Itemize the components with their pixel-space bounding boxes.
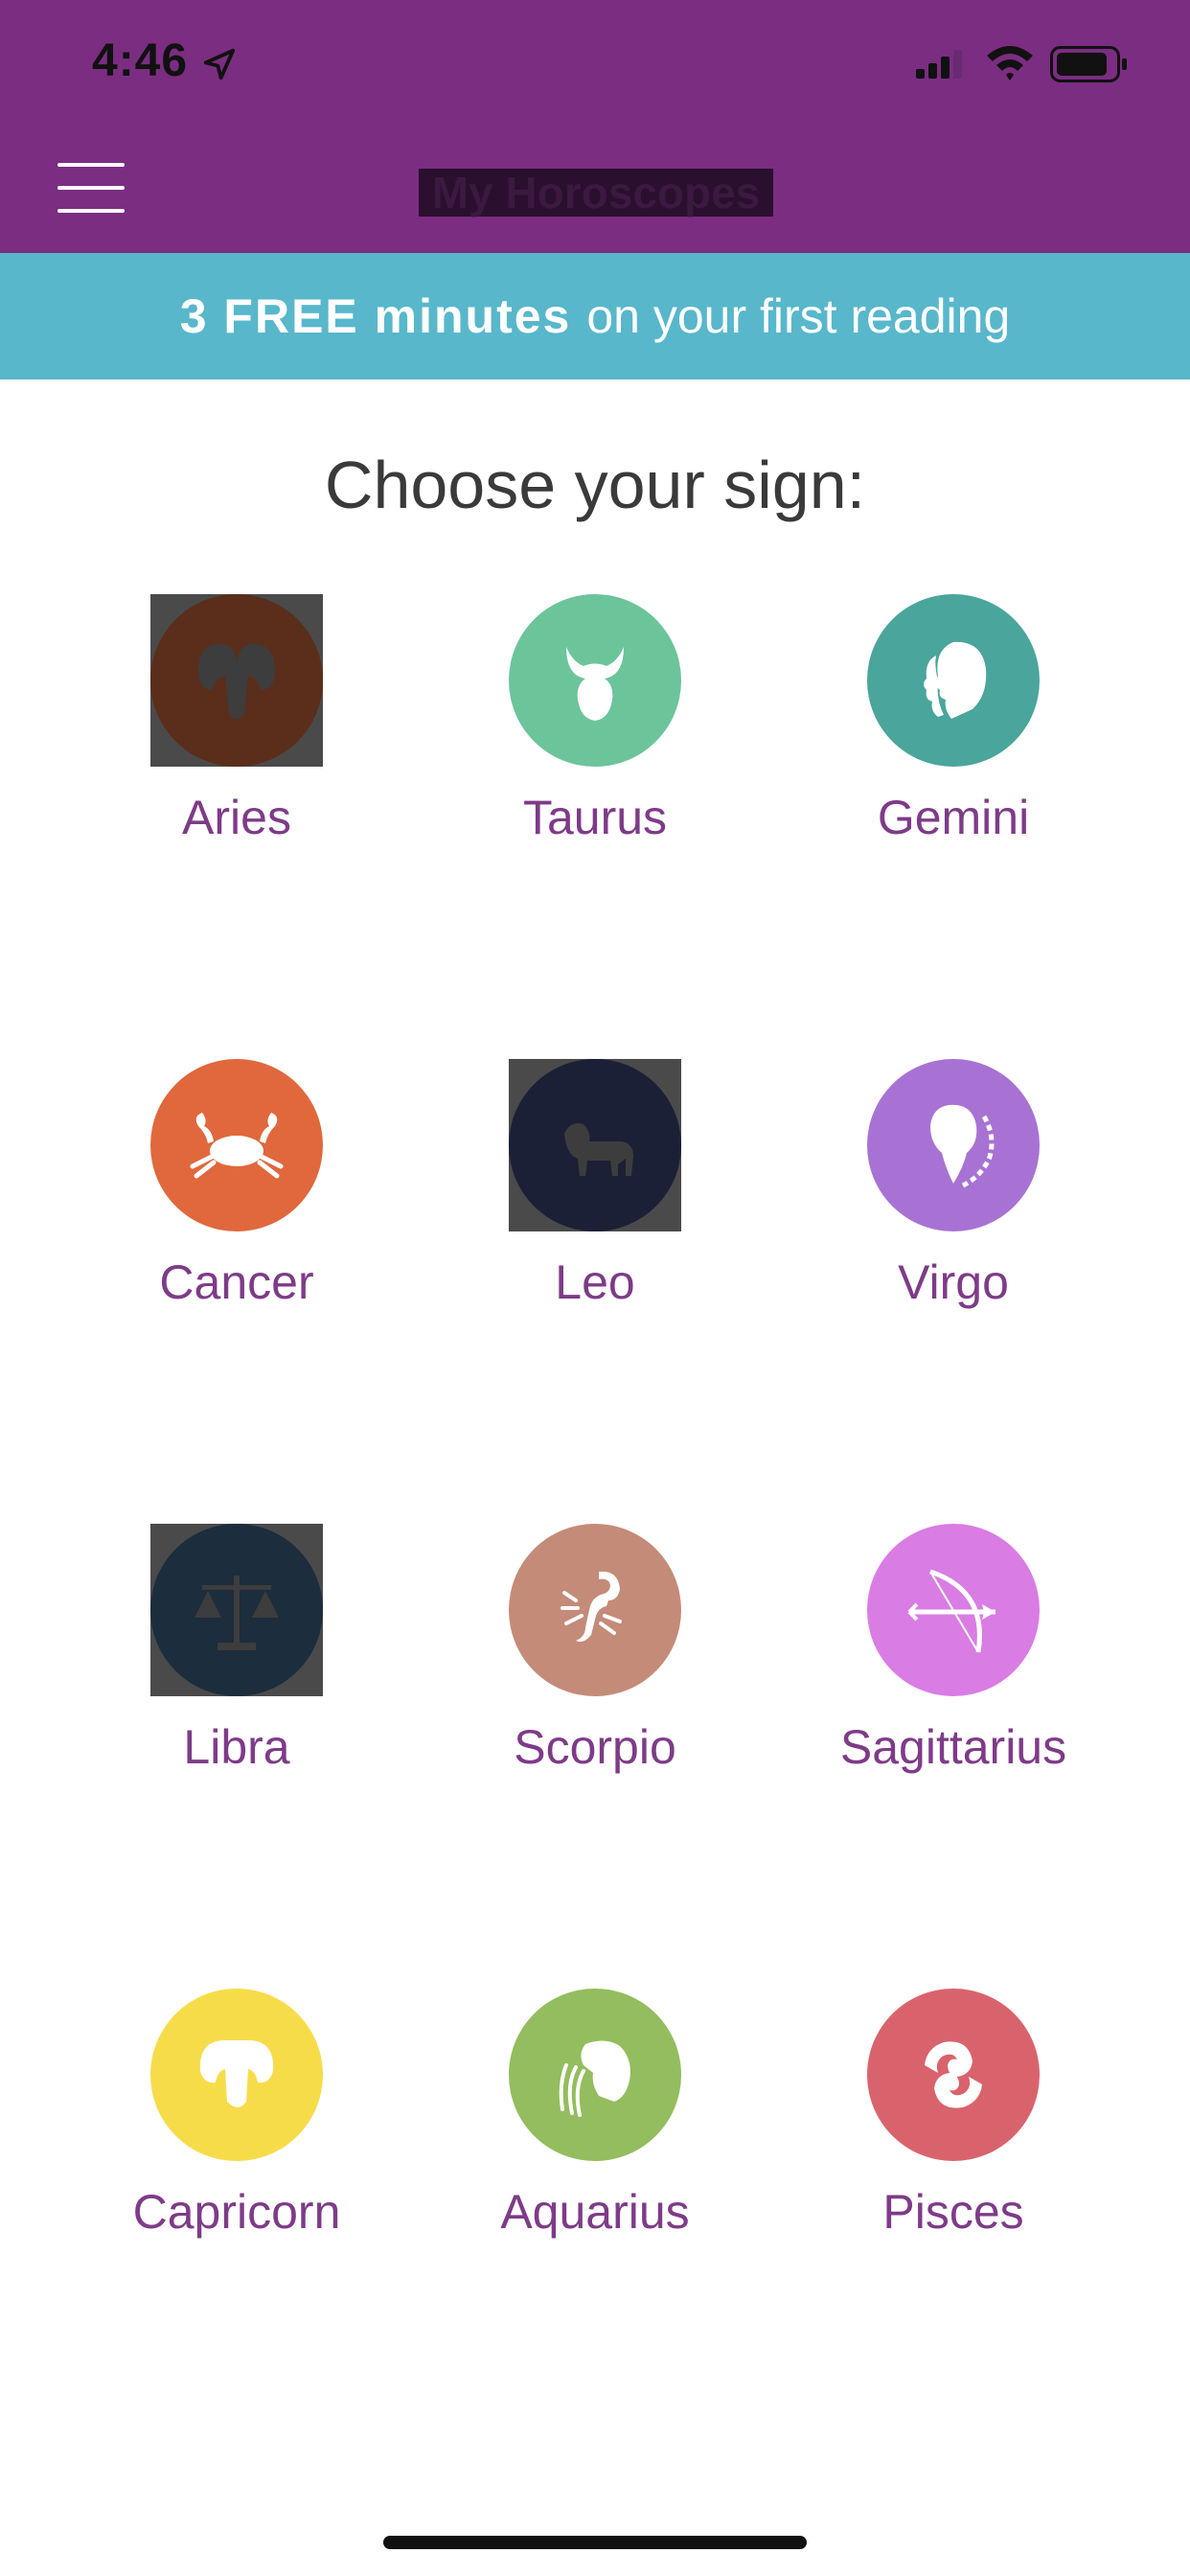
bull-icon [509,594,681,767]
cellular-signal-icon [916,50,962,79]
menu-line [57,186,125,190]
hamburger-menu-icon[interactable] [57,163,125,213]
sign-gemini[interactable]: Gemini [810,594,1097,882]
sign-label: Aquarius [500,2185,690,2239]
sign-label: Leo [555,1255,635,1309]
home-indicator[interactable] [383,2536,807,2549]
wifi-icon [987,46,1033,80]
sign-label: Gemini [877,791,1030,844]
bow-arrow-icon [867,1524,1040,1696]
sign-sagittarius[interactable]: Sagittarius [810,1524,1097,1811]
sign-virgo[interactable]: Virgo [810,1059,1097,1346]
goat-icon [150,1989,323,2161]
fish-icon [867,1989,1040,2161]
promo-text: on your first reading [586,289,1011,343]
sign-label: Libra [183,1720,290,1774]
sign-libra[interactable]: Libra [93,1524,380,1811]
sign-label: Capricorn [132,2185,341,2239]
page-title: My Horoscopes [419,169,773,217]
location-arrow-icon [203,48,236,80]
sign-icon-frame [150,1524,323,1696]
sign-label: Aries [182,791,291,844]
promo-bold-text: 3 FREE minutes [179,289,572,343]
twins-icon [867,594,1040,767]
sign-aries[interactable]: Aries [93,594,380,882]
sign-taurus[interactable]: Taurus [451,594,739,882]
ram-icon [150,594,323,767]
scales-icon [150,1524,323,1696]
maiden-icon [867,1059,1040,1231]
sign-aquarius[interactable]: Aquarius [451,1989,739,2276]
battery-icon [1050,46,1127,82]
sign-pisces[interactable]: Pisces [810,1989,1097,2276]
lion-icon [509,1059,681,1231]
sign-icon-frame [509,1059,681,1231]
sign-label: Virgo [898,1255,1009,1309]
choose-sign-heading: Choose your sign: [324,448,866,522]
water-bearer-icon [509,1989,681,2161]
screen: 4:46 My Horoscopes 3 FREE minutes on you… [0,0,1190,2576]
app-header: 4:46 My Horoscopes [0,0,1190,253]
sign-capricorn[interactable]: Capricorn [93,1989,380,2276]
sign-icon-frame [150,594,323,767]
sign-label: Cancer [159,1255,314,1309]
status-time: 4:46 [92,35,189,86]
sign-label: Sagittarius [839,1720,1067,1774]
crab-icon [150,1059,323,1231]
promo-banner[interactable]: 3 FREE minutes on your first reading [0,253,1190,380]
menu-line [57,163,125,167]
sign-label: Taurus [522,791,668,844]
menu-line [57,209,125,213]
sign-label: Pisces [882,2185,1024,2239]
sign-leo[interactable]: Leo [451,1059,739,1346]
sign-label: Scorpio [514,1720,676,1774]
sign-cancer[interactable]: Cancer [93,1059,380,1346]
sign-scorpio[interactable]: Scorpio [451,1524,739,1811]
scorpion-icon [509,1524,681,1696]
